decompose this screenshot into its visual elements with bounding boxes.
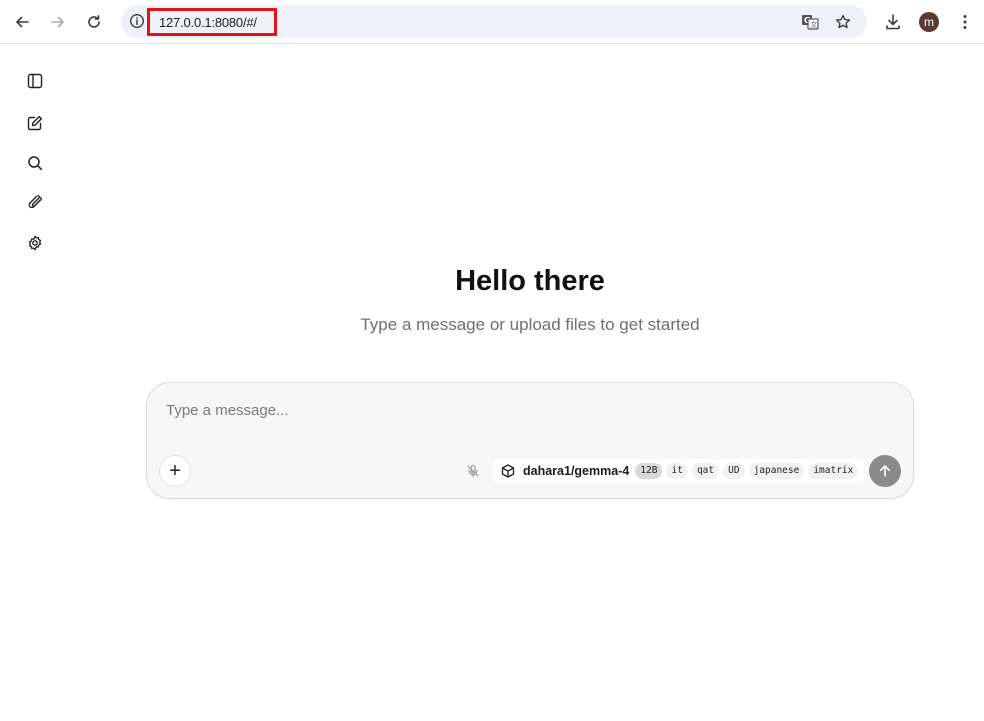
svg-text:文: 文: [810, 20, 817, 29]
model-tag: 12B: [635, 463, 663, 479]
model-tag: UD: [723, 463, 745, 479]
greeting-title: Hello there: [455, 265, 605, 297]
send-button[interactable]: [869, 455, 901, 487]
model-selector[interactable]: dahara1/gemma-4 12B it qat UD japanese i…: [493, 459, 865, 483]
info-icon[interactable]: [129, 13, 145, 29]
browser-menu-button[interactable]: [951, 8, 979, 36]
browser-toolbar: 127.0.0.1:8080/#/ G文 m: [0, 0, 984, 44]
translate-button[interactable]: G文: [800, 12, 820, 32]
attachments-button[interactable]: [25, 192, 45, 212]
forward-button[interactable]: [44, 8, 72, 36]
model-tag: japanese: [748, 463, 805, 479]
back-button[interactable]: [8, 8, 36, 36]
profile-button[interactable]: m: [915, 8, 943, 36]
new-chat-button[interactable]: [25, 113, 45, 133]
reload-icon: [88, 15, 100, 28]
search-button[interactable]: [25, 153, 45, 173]
mic-off-icon: [467, 464, 479, 478]
url-text[interactable]: 127.0.0.1:8080/#/: [159, 15, 257, 30]
arrow-up-icon: [880, 465, 890, 477]
forward-icon: [51, 16, 64, 28]
add-attachment-button[interactable]: +: [159, 455, 191, 487]
cube-icon: [501, 464, 515, 478]
reload-button[interactable]: [80, 8, 108, 36]
paperclip-icon: [28, 194, 43, 209]
greeting-subtitle: Type a message or upload files to get st…: [360, 315, 700, 334]
downloads-button[interactable]: [879, 8, 907, 36]
address-bar[interactable]: 127.0.0.1:8080/#/ G文: [121, 5, 867, 38]
model-name: dahara1/gemma-4: [523, 464, 630, 478]
star-icon: [835, 14, 851, 29]
model-tag: it: [666, 463, 688, 479]
sidebar-toggle-button[interactable]: [25, 71, 45, 91]
settings-button[interactable]: [25, 233, 45, 253]
model-tag: qat: [691, 463, 720, 479]
translate-icon: G文: [802, 15, 819, 30]
edit-icon: [27, 115, 43, 131]
download-icon: [886, 14, 900, 30]
menu-icon: [963, 15, 967, 29]
message-input[interactable]: [166, 398, 866, 422]
url-highlight-box: 127.0.0.1:8080/#/: [147, 8, 277, 36]
gear-icon: [28, 235, 42, 251]
avatar: m: [919, 12, 939, 32]
model-tag: imatrix: [808, 463, 859, 479]
search-icon: [28, 156, 43, 171]
panel-left-icon: [27, 73, 43, 89]
message-composer: + dahara1/gemma-4 12B it qat UD japanese…: [146, 382, 914, 499]
bookmark-star-button[interactable]: [833, 12, 853, 32]
microphone-off-button[interactable]: [463, 461, 483, 481]
back-icon: [16, 16, 29, 28]
